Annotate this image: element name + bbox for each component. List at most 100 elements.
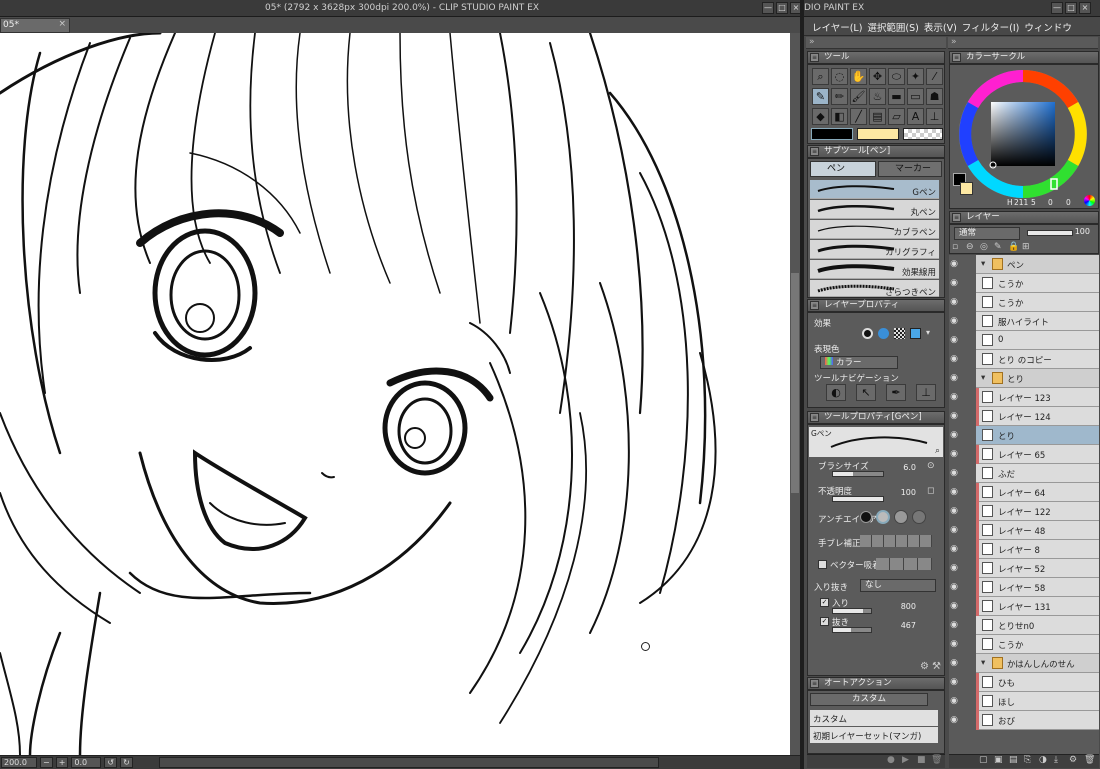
layer-panel-header[interactable]: ≡ レイヤー bbox=[949, 211, 1099, 224]
airbrush-tool-icon[interactable]: ♨ bbox=[869, 88, 886, 105]
play-icon[interactable]: ▶ bbox=[902, 755, 909, 765]
dock-collapse-bar-right[interactable]: » bbox=[948, 37, 1098, 49]
visibility-eye-icon[interactable]: ◉ bbox=[949, 388, 962, 407]
lasso-tool-icon[interactable]: ◌ bbox=[831, 68, 848, 85]
brush-tool-icon[interactable]: 🖌 bbox=[850, 88, 867, 105]
zoom-out-icon[interactable]: − bbox=[40, 757, 53, 768]
visibility-eye-icon[interactable]: ◉ bbox=[949, 711, 962, 730]
pencil-tool-icon[interactable]: ✏ bbox=[831, 88, 848, 105]
brush-calligraphy[interactable]: カリグラフィ bbox=[810, 240, 939, 259]
minimize-button[interactable]: — bbox=[762, 2, 774, 14]
brush-rough-pen[interactable]: ざらつきペン bbox=[810, 280, 939, 298]
draft-icon[interactable]: ✎ bbox=[994, 242, 1002, 252]
tool-property-header[interactable]: ≡ ツールプロパティ[Gペン] bbox=[807, 411, 945, 424]
antialias-none-icon[interactable] bbox=[860, 511, 872, 523]
vector-snap-options[interactable] bbox=[876, 558, 932, 570]
opacity-slider[interactable] bbox=[832, 496, 884, 502]
auto-action-set-select[interactable]: カスタム bbox=[810, 693, 928, 706]
layer-row[interactable]: こうか ◉ bbox=[950, 635, 1099, 654]
panel-minimize-button[interactable]: — bbox=[1051, 2, 1063, 14]
drawing-canvas[interactable] bbox=[0, 33, 790, 755]
in-slider[interactable] bbox=[832, 608, 872, 614]
out-slider[interactable] bbox=[832, 627, 872, 633]
visibility-eye-icon[interactable]: ◉ bbox=[949, 426, 962, 445]
close-tab-icon[interactable]: × bbox=[58, 19, 66, 29]
tool-panel-header[interactable]: ≡ ツール bbox=[807, 51, 945, 64]
layer-row[interactable]: レイヤー 124 ◉ bbox=[950, 407, 1099, 426]
layer-row[interactable]: レイヤー 58 ◉ bbox=[950, 578, 1099, 597]
pen-tool-icon[interactable]: ✎ bbox=[812, 88, 829, 105]
copy-layer-icon[interactable]: ⎘ bbox=[1024, 755, 1031, 765]
layer-row[interactable]: 0 ◉ bbox=[950, 331, 1099, 350]
visibility-eye-icon[interactable]: ◉ bbox=[949, 464, 962, 483]
saturation-value[interactable]: 5 bbox=[1031, 198, 1036, 207]
out-value[interactable]: 467 bbox=[894, 621, 916, 630]
visibility-eye-icon[interactable]: ◉ bbox=[949, 692, 962, 711]
visibility-eye-icon[interactable]: ◉ bbox=[949, 293, 962, 312]
layer-row[interactable]: こうか ◉ bbox=[950, 293, 1099, 312]
folder-toggle-icon[interactable]: ▾ bbox=[981, 658, 985, 668]
visibility-eye-icon[interactable]: ◉ bbox=[949, 578, 962, 597]
menu-layer[interactable]: レイヤー(L) bbox=[812, 17, 867, 35]
layer-row[interactable]: とり ◉ bbox=[950, 426, 1099, 445]
visibility-eye-icon[interactable]: ◉ bbox=[949, 331, 962, 350]
canvas-vertical-scrollbar[interactable] bbox=[790, 33, 800, 755]
color-mode-icon[interactable] bbox=[1084, 195, 1095, 206]
layer-row[interactable]: 服ハイライト ◉ bbox=[950, 312, 1099, 331]
visibility-eye-icon[interactable]: ◉ bbox=[949, 521, 962, 540]
zoom-in-icon[interactable]: + bbox=[55, 757, 69, 768]
layer-row[interactable]: レイヤー 52 ◉ bbox=[950, 559, 1099, 578]
document-tab[interactable]: 05* × bbox=[0, 18, 70, 33]
fill-tool-icon[interactable]: ◆ bbox=[812, 108, 829, 125]
visibility-eye-icon[interactable]: ◉ bbox=[949, 312, 962, 331]
layer-row[interactable]: こうか ◉ bbox=[950, 274, 1099, 293]
transparent-color-swatch[interactable] bbox=[903, 128, 943, 140]
effect-dropdown-icon[interactable]: ▾ bbox=[926, 328, 930, 337]
visibility-eye-icon[interactable]: ◉ bbox=[949, 673, 962, 692]
brush-maru-pen[interactable]: 丸ペン bbox=[810, 200, 939, 219]
in-value[interactable]: 800 bbox=[894, 602, 916, 611]
layer-row[interactable]: とりせn0 ◉ bbox=[950, 616, 1099, 635]
layer-row[interactable]: レイヤー 123 ◉ bbox=[950, 388, 1099, 407]
eyedropper-tool-icon[interactable]: ⁄ bbox=[926, 68, 943, 85]
text-tool-icon[interactable]: A bbox=[907, 108, 924, 125]
color-wheel[interactable] bbox=[958, 69, 1088, 199]
value-value-2[interactable]: 0 bbox=[1066, 198, 1071, 207]
layer-row[interactable]: ふだ ◉ bbox=[950, 464, 1099, 483]
border-effect-icon[interactable] bbox=[862, 328, 873, 339]
brush-size-value[interactable]: 6.0 bbox=[894, 463, 916, 472]
layer-color-icon[interactable] bbox=[910, 328, 921, 339]
visibility-eye-icon[interactable]: ◉ bbox=[949, 540, 962, 559]
menu-view[interactable]: 表示(V) bbox=[924, 17, 962, 35]
blend-tool-icon[interactable]: ☗ bbox=[926, 88, 943, 105]
panel-close-button[interactable]: × bbox=[1079, 2, 1091, 14]
tool-settings-icon[interactable]: ⚙ bbox=[920, 661, 929, 672]
layer-row[interactable]: ▾ とり ◉ bbox=[950, 369, 1099, 388]
visibility-eye-icon[interactable]: ◉ bbox=[949, 654, 962, 673]
canvas-horizontal-scrollbar[interactable] bbox=[158, 757, 659, 768]
antialias-strong-icon[interactable] bbox=[912, 510, 926, 524]
subtool-tab-marker[interactable]: マーカー bbox=[878, 161, 942, 177]
mask-layer-icon[interactable]: ◑ bbox=[1039, 755, 1047, 765]
frame-tool-icon[interactable]: ▤ bbox=[869, 108, 886, 125]
subtool-tab-pen[interactable]: ペン bbox=[810, 161, 876, 177]
record-icon[interactable]: ● bbox=[887, 755, 895, 765]
hand-tool-icon[interactable]: ✋ bbox=[850, 68, 867, 85]
clip-icon[interactable]: ⊖ bbox=[966, 242, 974, 252]
layer-row[interactable]: とり のコピー ◉ bbox=[950, 350, 1099, 369]
zoom-tool-icon[interactable]: ⌕ bbox=[812, 68, 829, 85]
out-checkbox[interactable]: ✓ bbox=[820, 617, 829, 626]
visibility-eye-icon[interactable]: ◉ bbox=[949, 255, 962, 274]
visibility-eye-icon[interactable]: ◉ bbox=[949, 597, 962, 616]
folder-toggle-icon[interactable]: ▾ bbox=[981, 373, 985, 383]
rotate-right-icon[interactable]: ↻ bbox=[120, 757, 133, 768]
layer-settings-icon[interactable]: ⚙ bbox=[1069, 755, 1077, 765]
tone-effect-icon[interactable] bbox=[878, 328, 889, 339]
taper-select[interactable]: なし bbox=[860, 579, 936, 592]
in-checkbox[interactable]: ✓ bbox=[820, 598, 829, 607]
maximize-button[interactable]: □ bbox=[776, 2, 788, 14]
search-icon[interactable]: ⌕ bbox=[935, 446, 940, 456]
figure-tool-icon[interactable]: ╱ bbox=[850, 108, 867, 125]
auto-select-tool-icon[interactable]: ✦ bbox=[907, 68, 924, 85]
opacity-value[interactable]: 100 bbox=[894, 488, 916, 497]
